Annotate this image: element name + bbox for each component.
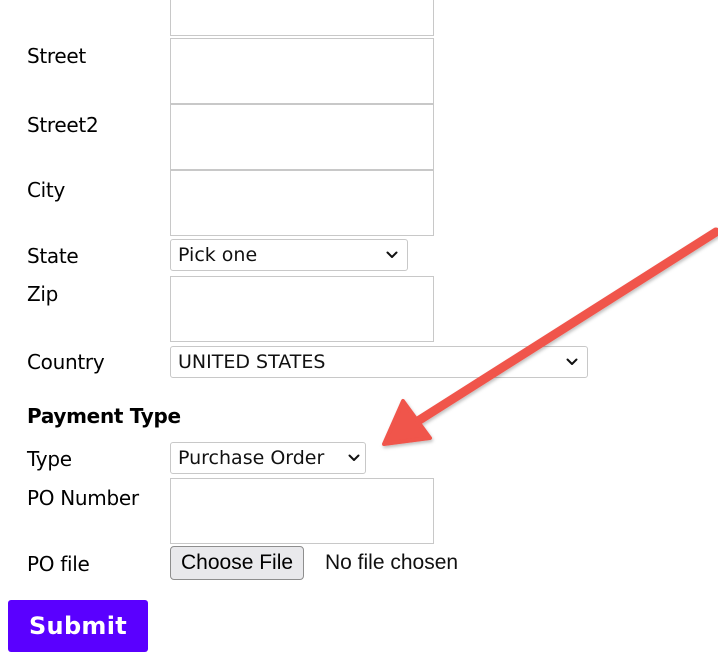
zip-label: Zip: [27, 282, 59, 306]
chevron-down-icon: [565, 347, 579, 377]
payment-type-heading: Payment Type: [27, 404, 181, 428]
payment-type-select[interactable]: Purchase Order: [170, 442, 366, 474]
city-field[interactable]: [170, 170, 434, 236]
state-label: State: [27, 244, 79, 268]
street2-label: Street2: [27, 113, 99, 137]
payment-type-select-value: Purchase Order: [178, 447, 325, 469]
country-select-value: UNITED STATES: [178, 351, 326, 373]
street-label: Street: [27, 44, 86, 68]
city-label: City: [27, 178, 65, 202]
file-status-text: No file chosen: [325, 551, 459, 574]
country-label: Country: [27, 350, 105, 374]
choose-file-button[interactable]: Choose File: [170, 546, 305, 580]
street2-field[interactable]: [170, 104, 434, 170]
state-select-value: Pick one: [178, 244, 258, 266]
country-select[interactable]: UNITED STATES: [170, 346, 588, 378]
zip-field[interactable]: [170, 276, 434, 342]
type-label: Type: [27, 447, 72, 471]
submit-button[interactable]: Submit: [8, 600, 148, 652]
chevron-down-icon: [385, 240, 399, 270]
street-field[interactable]: [170, 38, 434, 104]
address-field-top[interactable]: [170, 0, 434, 36]
po-number-label: PO Number: [27, 486, 139, 510]
state-select[interactable]: Pick one: [170, 239, 408, 271]
chevron-down-icon: [347, 443, 361, 473]
po-file-label: PO file: [27, 552, 90, 576]
po-number-field[interactable]: [170, 478, 434, 544]
